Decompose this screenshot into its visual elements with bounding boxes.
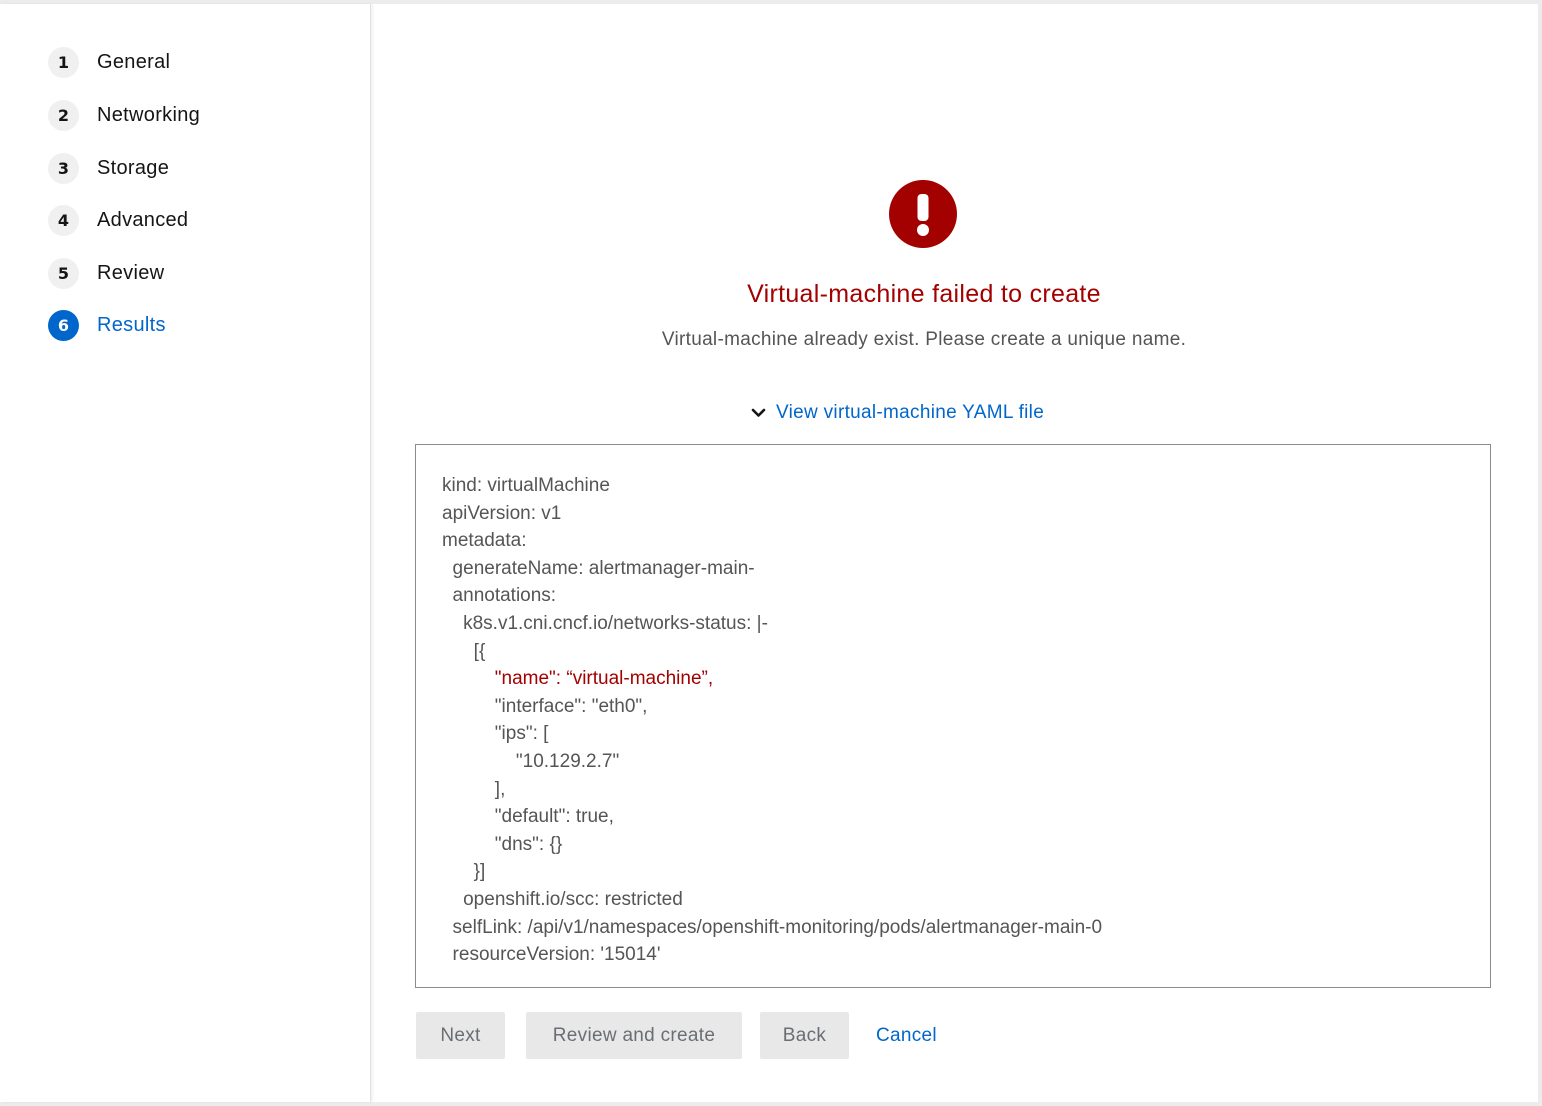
yaml-line: metadata: xyxy=(442,530,527,552)
exclamation-circle-icon xyxy=(889,180,957,248)
yaml-line: "10.129.2.7" xyxy=(442,750,620,772)
yaml-line: "interface": "eth0", xyxy=(442,695,648,717)
yaml-line: "dns": {} xyxy=(442,833,563,855)
error-message: Virtual-machine already exist. Please cr… xyxy=(661,329,1187,350)
step-number: 6 xyxy=(48,309,79,341)
next-button[interactable]: Next xyxy=(416,1012,505,1059)
step-number: 5 xyxy=(48,257,79,289)
nav-step-general[interactable]: 1 General xyxy=(48,46,170,78)
view-yaml-toggle[interactable]: View virtual-machine YAML file xyxy=(751,402,1044,424)
nav-step-networking[interactable]: 2 Networking xyxy=(48,99,200,131)
step-number: 3 xyxy=(48,152,79,184)
wizard-window: 1 General 2 Networking 3 Storage 4 Advan… xyxy=(0,4,1538,1102)
yaml-line: generateName: alertmanager-main- xyxy=(442,557,755,579)
review-and-create-button[interactable]: Review and create xyxy=(526,1012,742,1059)
step-label: Results xyxy=(97,313,166,336)
results-panel: Virtual-machine failed to create Virtual… xyxy=(371,4,1538,1102)
view-yaml-label: View virtual-machine YAML file xyxy=(776,402,1045,423)
yaml-line: selfLink: /api/v1/namespaces/openshift-m… xyxy=(442,916,1103,938)
error-title: Virtual-machine failed to create xyxy=(747,280,1101,308)
yaml-line: }] xyxy=(442,861,486,883)
nav-step-advanced[interactable]: 4 Advanced xyxy=(48,204,188,236)
step-number: 1 xyxy=(48,46,79,78)
step-label: Storage xyxy=(97,156,170,179)
step-label: Advanced xyxy=(97,208,189,231)
step-number: 2 xyxy=(48,99,79,131)
wizard-nav: 1 General 2 Networking 3 Storage 4 Advan… xyxy=(0,4,371,1102)
yaml-line: kind: virtualMachine xyxy=(442,475,610,496)
nav-step-storage[interactable]: 3 Storage xyxy=(48,152,169,184)
yaml-viewer[interactable]: kind: virtualMachine apiVersion: v1 metada… xyxy=(415,444,1491,988)
step-label: Review xyxy=(97,261,165,284)
yaml-line: annotations: xyxy=(442,585,557,607)
nav-step-review[interactable]: 5 Review xyxy=(48,257,164,289)
step-label: General xyxy=(97,50,171,73)
yaml-content: kind: virtualMachine apiVersion: v1 metada… xyxy=(442,472,1102,969)
yaml-line: apiVersion: v1 xyxy=(442,502,562,524)
yaml-line: resourceVersion: '15014' xyxy=(442,944,661,966)
yaml-line: openshift.io/scc: restricted xyxy=(442,888,683,910)
yaml-line: "default": true, xyxy=(442,806,614,828)
nav-step-results[interactable]: 6 Results xyxy=(48,309,166,341)
cancel-button[interactable]: Cancel xyxy=(876,1012,937,1059)
step-label: Networking xyxy=(97,103,201,126)
yaml-line: ], xyxy=(442,778,506,800)
chevron-down-icon xyxy=(751,408,766,417)
yaml-line: k8s.v1.cni.cncf.io/networks-status: |- xyxy=(442,612,768,634)
yaml-line: "name": “virtual-machine”, xyxy=(442,668,714,690)
yaml-line: [{ xyxy=(442,640,486,662)
step-number: 4 xyxy=(48,204,79,236)
yaml-line: "ips": [ xyxy=(442,723,549,745)
back-button[interactable]: Back xyxy=(760,1012,849,1059)
